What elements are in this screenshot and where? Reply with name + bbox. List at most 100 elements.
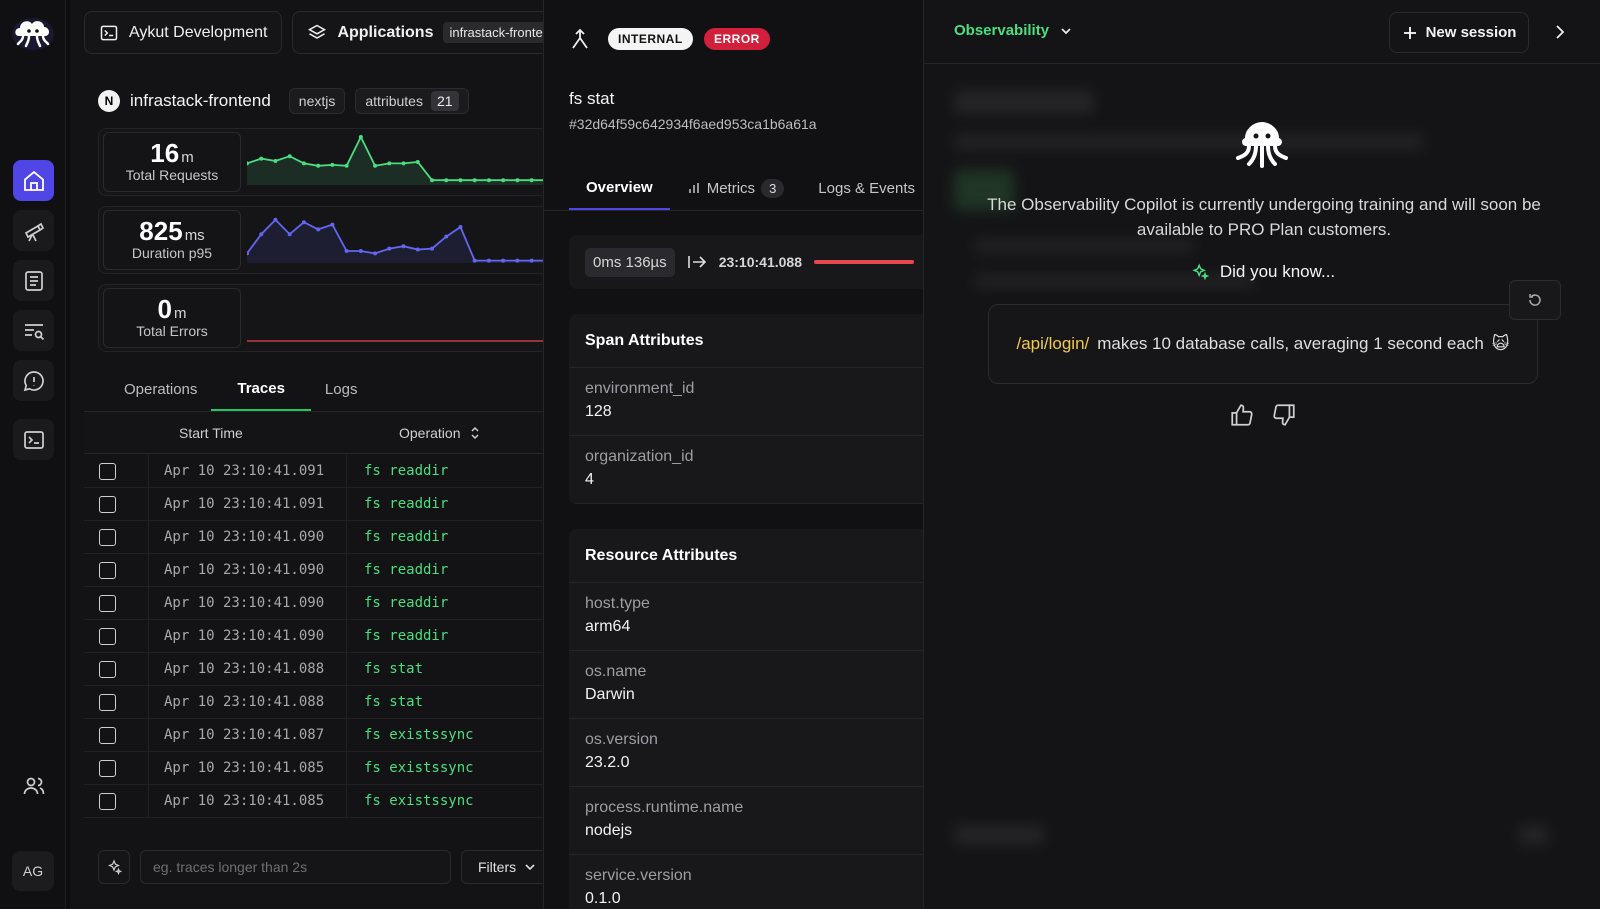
metric-unit: m xyxy=(181,149,194,166)
row-operation[interactable]: fs stat xyxy=(364,661,423,677)
attributes-tag[interactable]: attributes 21 xyxy=(355,88,469,114)
row-operation[interactable]: fs existssync xyxy=(364,760,474,776)
octopus-logo-icon[interactable] xyxy=(10,14,56,54)
nav-alerts-button[interactable] xyxy=(13,360,54,401)
row-operation[interactable]: fs existssync xyxy=(364,793,474,809)
cell-divider xyxy=(346,785,347,818)
row-checkbox[interactable] xyxy=(99,726,116,744)
tab-overview[interactable]: Overview xyxy=(569,166,670,210)
row-checkbox[interactable] xyxy=(99,528,116,546)
sparkline-point xyxy=(373,251,378,256)
octopus-mascot-icon xyxy=(1236,122,1288,168)
span-status-badge: ERROR xyxy=(704,28,770,50)
thumbs-up-icon[interactable] xyxy=(1229,402,1255,428)
refresh-tip-button[interactable] xyxy=(1509,280,1561,320)
table-row[interactable]: Apr 10 23:10:41.085 fs existssync xyxy=(84,785,544,818)
sparkline-point xyxy=(301,220,306,225)
tab-metrics[interactable]: Metrics 3 xyxy=(670,166,802,210)
attribute-key: host.type xyxy=(585,595,650,612)
table-row[interactable]: Apr 10 23:10:41.090 fs readdir xyxy=(84,620,544,653)
row-operation[interactable]: fs readdir xyxy=(364,463,448,479)
tip-endpoint[interactable]: /api/login/ xyxy=(1016,334,1089,354)
row-operation[interactable]: fs readdir xyxy=(364,595,448,611)
metric-card-requests[interactable]: 16 m Total Requests xyxy=(98,128,544,196)
row-checkbox[interactable] xyxy=(99,759,116,777)
row-operation[interactable]: fs readdir xyxy=(364,529,448,545)
row-checkbox[interactable] xyxy=(99,627,116,645)
terminal-icon xyxy=(100,25,118,40)
metric-summary: 16 m Total Requests xyxy=(103,132,241,192)
attribute-row[interactable]: os.version 23.2.0 xyxy=(569,719,923,787)
table-row[interactable]: Apr 10 23:10:41.090 fs readdir xyxy=(84,521,544,554)
row-operation[interactable]: fs stat xyxy=(364,694,423,710)
span-duration-bar xyxy=(813,260,914,264)
applications-button[interactable]: Applications infrastack-frontend xyxy=(292,11,544,54)
row-checkbox[interactable] xyxy=(99,792,116,810)
tab-traces[interactable]: Traces xyxy=(211,367,311,411)
sparkline-point xyxy=(430,246,434,251)
sparkline-point xyxy=(316,227,321,232)
sparkline-point xyxy=(259,156,264,161)
cell-divider xyxy=(148,620,149,653)
column-start-time[interactable]: Start Time xyxy=(179,425,243,441)
table-row[interactable]: Apr 10 23:10:41.088 fs stat xyxy=(84,686,544,719)
new-session-button[interactable]: New session xyxy=(1389,12,1529,53)
sparkline-point xyxy=(387,161,392,166)
cell-divider xyxy=(346,719,347,752)
metric-card-duration[interactable]: 825 ms Duration p95 xyxy=(98,206,544,274)
metric-card-errors[interactable]: 0m Total Errors xyxy=(98,284,544,352)
ai-query-button[interactable] xyxy=(98,850,130,884)
row-checkbox[interactable] xyxy=(99,462,116,480)
attribute-row[interactable]: host.type arm64 xyxy=(569,583,923,651)
section-title: Span Attributes xyxy=(569,314,923,368)
table-row[interactable]: Apr 10 23:10:41.085 fs existssync xyxy=(84,752,544,785)
nav-traces-button[interactable] xyxy=(13,310,54,351)
attribute-row[interactable]: organization_id 4 xyxy=(569,436,923,504)
trace-search-input[interactable]: eg. traces longer than 2s xyxy=(140,850,451,884)
filters-button[interactable]: Filters xyxy=(461,850,544,884)
row-operation[interactable]: fs readdir xyxy=(364,496,448,512)
row-start-time: Apr 10 23:10:41.090 xyxy=(164,562,325,578)
table-row[interactable]: Apr 10 23:10:41.087 fs existssync xyxy=(84,719,544,752)
table-row[interactable]: Apr 10 23:10:41.090 fs readdir xyxy=(84,554,544,587)
nav-team-button[interactable] xyxy=(13,765,54,806)
row-checkbox[interactable] xyxy=(99,693,116,711)
attribute-row[interactable]: os.name Darwin xyxy=(569,651,923,719)
attribute-row[interactable]: environment_id 128 xyxy=(569,368,923,436)
row-start-time: Apr 10 23:10:41.090 xyxy=(164,529,325,545)
user-avatar[interactable]: AG xyxy=(12,851,54,891)
row-operation[interactable]: fs readdir xyxy=(364,562,448,578)
column-operation-label: Operation xyxy=(399,424,461,441)
row-operation[interactable]: fs readdir xyxy=(364,628,448,644)
metric-summary: 825 ms Duration p95 xyxy=(103,210,241,270)
tip-text: makes 10 database calls, averaging 1 sec… xyxy=(1097,334,1484,353)
nav-logs-button[interactable] xyxy=(13,260,54,301)
span-id[interactable]: #32d64f59c642934f6aed953ca1b6a61a xyxy=(569,116,817,132)
chevron-right-icon[interactable] xyxy=(1552,24,1568,40)
nav-console-button[interactable] xyxy=(13,419,54,460)
row-operation[interactable]: fs existssync xyxy=(364,727,474,743)
thumbs-down-icon[interactable] xyxy=(1271,402,1297,428)
row-checkbox[interactable] xyxy=(99,495,116,513)
table-row[interactable]: Apr 10 23:10:41.090 fs readdir xyxy=(84,587,544,620)
copilot-mode-selector[interactable]: Observability xyxy=(954,22,1073,39)
attribute-row[interactable]: service.version 0.1.0 xyxy=(569,855,923,909)
tab-operations[interactable]: Operations xyxy=(98,367,211,411)
row-checkbox[interactable] xyxy=(99,561,116,579)
tab-logs-events[interactable]: Logs & Events xyxy=(801,166,923,210)
nav-home-button[interactable] xyxy=(13,160,54,201)
duration-sparkline xyxy=(247,217,544,263)
table-row[interactable]: Apr 10 23:10:41.091 fs readdir xyxy=(84,455,544,488)
attribute-row[interactable]: process.runtime.name nodejs xyxy=(569,787,923,855)
nav-explore-button[interactable] xyxy=(13,210,54,251)
row-checkbox[interactable] xyxy=(99,660,116,678)
sparkline-point xyxy=(287,232,292,237)
tab-logs[interactable]: Logs xyxy=(311,367,372,411)
framework-tag[interactable]: nextjs xyxy=(288,88,346,114)
feedback-buttons xyxy=(1229,402,1297,428)
table-row[interactable]: Apr 10 23:10:41.088 fs stat xyxy=(84,653,544,686)
column-operation[interactable]: Operation xyxy=(399,425,480,441)
project-switcher-button[interactable]: Aykut Development xyxy=(84,11,283,54)
row-checkbox[interactable] xyxy=(99,594,116,612)
table-row[interactable]: Apr 10 23:10:41.091 fs readdir xyxy=(84,488,544,521)
